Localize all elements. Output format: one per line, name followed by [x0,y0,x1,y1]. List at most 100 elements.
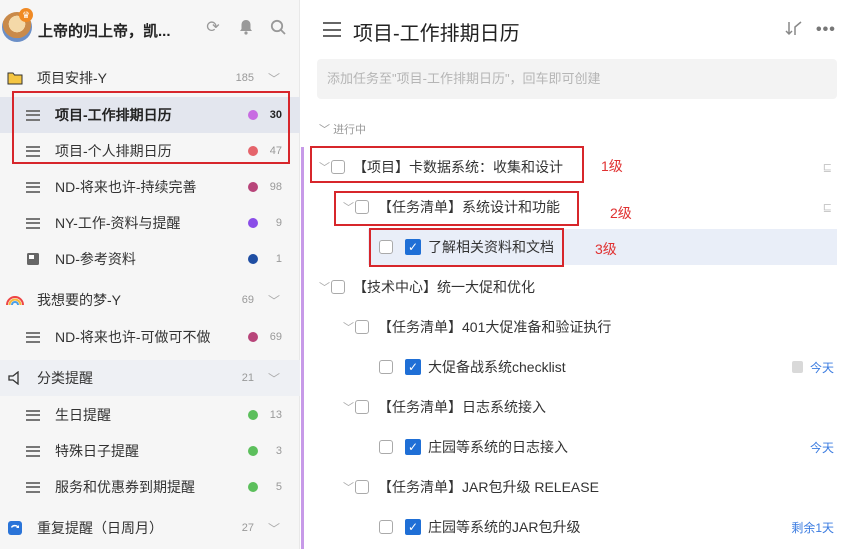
task-checkbox[interactable] [331,160,345,174]
refresh-icon[interactable]: ⟳ [204,19,222,37]
sidebar-item-nd-reference[interactable]: ND-参考资料 1 [0,241,300,277]
task-checkbox[interactable] [331,280,345,294]
add-task-input[interactable]: 添加任务至"项目-工作排期日历"，回车即可创建 [317,59,837,99]
bell-icon[interactable] [237,19,255,37]
list-icon [24,478,42,496]
due-date[interactable]: 剩余1天 [791,519,834,536]
task-checkbox[interactable] [355,320,369,334]
subtask-icon[interactable]: ⊑ [823,161,832,174]
chevron-down-icon[interactable]: ﹀ [343,319,354,335]
chevron-down-icon[interactable]: ﹀ [268,520,280,537]
main-panel: 项目-工作排期日历 ••• 添加任务至"项目-工作排期日历"，回车即可创建 ﹀ … [301,0,858,549]
search-icon[interactable] [269,19,287,37]
chevron-down-icon[interactable]: ﹀ [343,479,354,495]
sidebar-item-count: 1 [275,253,282,265]
sidebar-item-count: 47 [269,145,282,157]
task-title[interactable]: 【任务清单】日志系统接入 [378,397,546,417]
sidebar-item-label: ND-参考资料 [55,251,136,267]
sidebar-group-label: 分类提醒 [37,370,93,386]
task-checkbox[interactable] [355,480,369,494]
sidebar-group-dream[interactable]: 我想要的梦-Y 69 ﹀ [0,282,300,318]
due-date[interactable]: 今天 [810,359,834,376]
task-title[interactable]: 大促备战系统checklist [428,357,566,377]
chevron-down-icon: ﹀ [319,124,334,136]
sidebar-item-personal-calendar[interactable]: 项目-个人排期日历 47 [0,133,300,169]
sidebar-group-count: 69 [241,294,254,306]
subtask-icon[interactable]: ⊑ [823,201,832,214]
chevron-down-icon[interactable]: ﹀ [319,159,330,175]
task-row[interactable]: ✓ 庄园等系统的JAR包升级 剩余1天 [301,509,858,545]
chevron-down-icon[interactable]: ﹀ [319,279,330,295]
list-color-dot [248,110,258,120]
sidebar-item-work-calendar[interactable]: 项目-工作排期日历 30 [0,97,300,133]
reminder-icon [6,369,24,387]
username[interactable]: 上帝的归上帝，凯... [38,20,171,41]
task-checkbox[interactable] [355,400,369,414]
sidebar-item-birthday[interactable]: 生日提醒 13 [0,397,300,433]
list-icon [24,328,42,346]
task-row[interactable]: ✓ 庄园等系统的日志接入 今天 [301,429,858,465]
list-color-dot [248,332,258,342]
task-title[interactable]: 庄园等系统的JAR包升级 [428,517,580,537]
level-annotation: 1级 [601,158,623,174]
task-title[interactable]: 【任务清单】JAR包升级 RELEASE [378,477,599,497]
list-icon [24,142,42,160]
section-header[interactable]: ﹀ 进行中 [319,121,366,137]
task-title[interactable]: 【项目】卡数据系统：收集和设计 [353,157,563,177]
sidebar-item-label: 项目-工作排期日历 [55,107,172,123]
task-title[interactable]: 【任务清单】401大促准备和验证执行 [378,317,611,337]
task-title[interactable]: 【任务清单】系统设计和功能 [378,197,560,217]
chevron-down-icon[interactable]: ﹀ [268,292,280,309]
sidebar: ♛ 上帝的归上帝，凯... ⟳ 项目安排-Y 185 ﹀ 项目-工作排期日历 3… [0,0,300,549]
list-icon [24,178,42,196]
sidebar-group-label: 我想要的梦-Y [37,292,121,308]
sidebar-item-nd-optional[interactable]: ND-将来也许-可做可不做 69 [0,319,300,355]
task-title[interactable]: 【技术中心】统一大促和优化 [353,277,535,297]
sidebar-group-count: 27 [241,522,254,534]
task-title[interactable]: 了解相关资料和文档 [428,237,554,257]
due-date[interactable]: 今天 [810,439,834,456]
sidebar-item-label: NY-工作-资料与提醒 [55,215,181,231]
chevron-down-icon[interactable]: ﹀ [343,399,354,415]
sidebar-item-label: 服务和优惠券到期提醒 [55,479,195,495]
task-checkbox[interactable] [355,200,369,214]
sort-icon[interactable] [785,20,803,41]
sidebar-item-special-days[interactable]: 特殊日子提醒 3 [0,433,300,469]
task-row[interactable]: ﹀ 【项目】卡数据系统：收集和设计 ⊑ [301,149,858,185]
more-icon[interactable]: ••• [816,21,836,39]
task-row[interactable]: ﹀ 【任务清单】系统设计和功能 ⊑ [301,189,858,225]
sidebar-item-coupon-expiry[interactable]: 服务和优惠券到期提醒 5 [0,469,300,505]
task-checkbox[interactable] [379,440,393,454]
sidebar-item-count: 98 [269,181,282,193]
sidebar-group-repeat[interactable]: 重复提醒（日周月） 27 ﹀ [0,510,300,546]
chevron-down-icon[interactable]: ﹀ [268,70,280,87]
chevron-down-icon[interactable]: ﹀ [268,370,280,387]
list-color-dot [248,218,258,228]
task-checkbox[interactable] [379,520,393,534]
task-row[interactable]: ﹀ 【任务清单】日志系统接入 [301,389,858,425]
sidebar-item-label: 生日提醒 [55,407,111,423]
menu-icon[interactable] [323,22,341,37]
task-row[interactable]: ✓ 大促备战系统checklist 今天 [301,349,858,385]
chevron-down-icon[interactable]: ﹀ [343,199,354,215]
task-checkbox[interactable] [379,240,393,254]
task-row[interactable]: ﹀ 【任务清单】JAR包升级 RELEASE [301,469,858,505]
task-row[interactable]: ﹀ 【任务清单】401大促准备和验证执行 [301,309,858,345]
sidebar-group-reminders[interactable]: 分类提醒 21 ﹀ [0,360,300,396]
sidebar-group-project[interactable]: 项目安排-Y 185 ﹀ [0,60,300,96]
task-title[interactable]: 庄园等系统的日志接入 [428,437,568,457]
task-row[interactable]: ﹀ 【技术中心】统一大促和优化 [301,269,858,305]
page-title: 项目-工作排期日历 [353,23,520,45]
list-icon [24,214,42,232]
sidebar-item-nd-future[interactable]: ND-将来也许-持续完善 98 [0,169,300,205]
checked-icon: ✓ [405,439,421,455]
sidebar-group-count: 21 [241,372,254,384]
task-checkbox[interactable] [379,360,393,374]
repeat-icon [6,519,24,537]
list-icon [24,442,42,460]
sidebar-item-label: 特殊日子提醒 [55,443,139,459]
sidebar-item-label: 项目-个人排期日历 [55,143,172,159]
sidebar-item-count: 69 [269,331,282,343]
crown-icon: ♛ [19,8,33,22]
sidebar-item-ny-work[interactable]: NY-工作-资料与提醒 9 [0,205,300,241]
